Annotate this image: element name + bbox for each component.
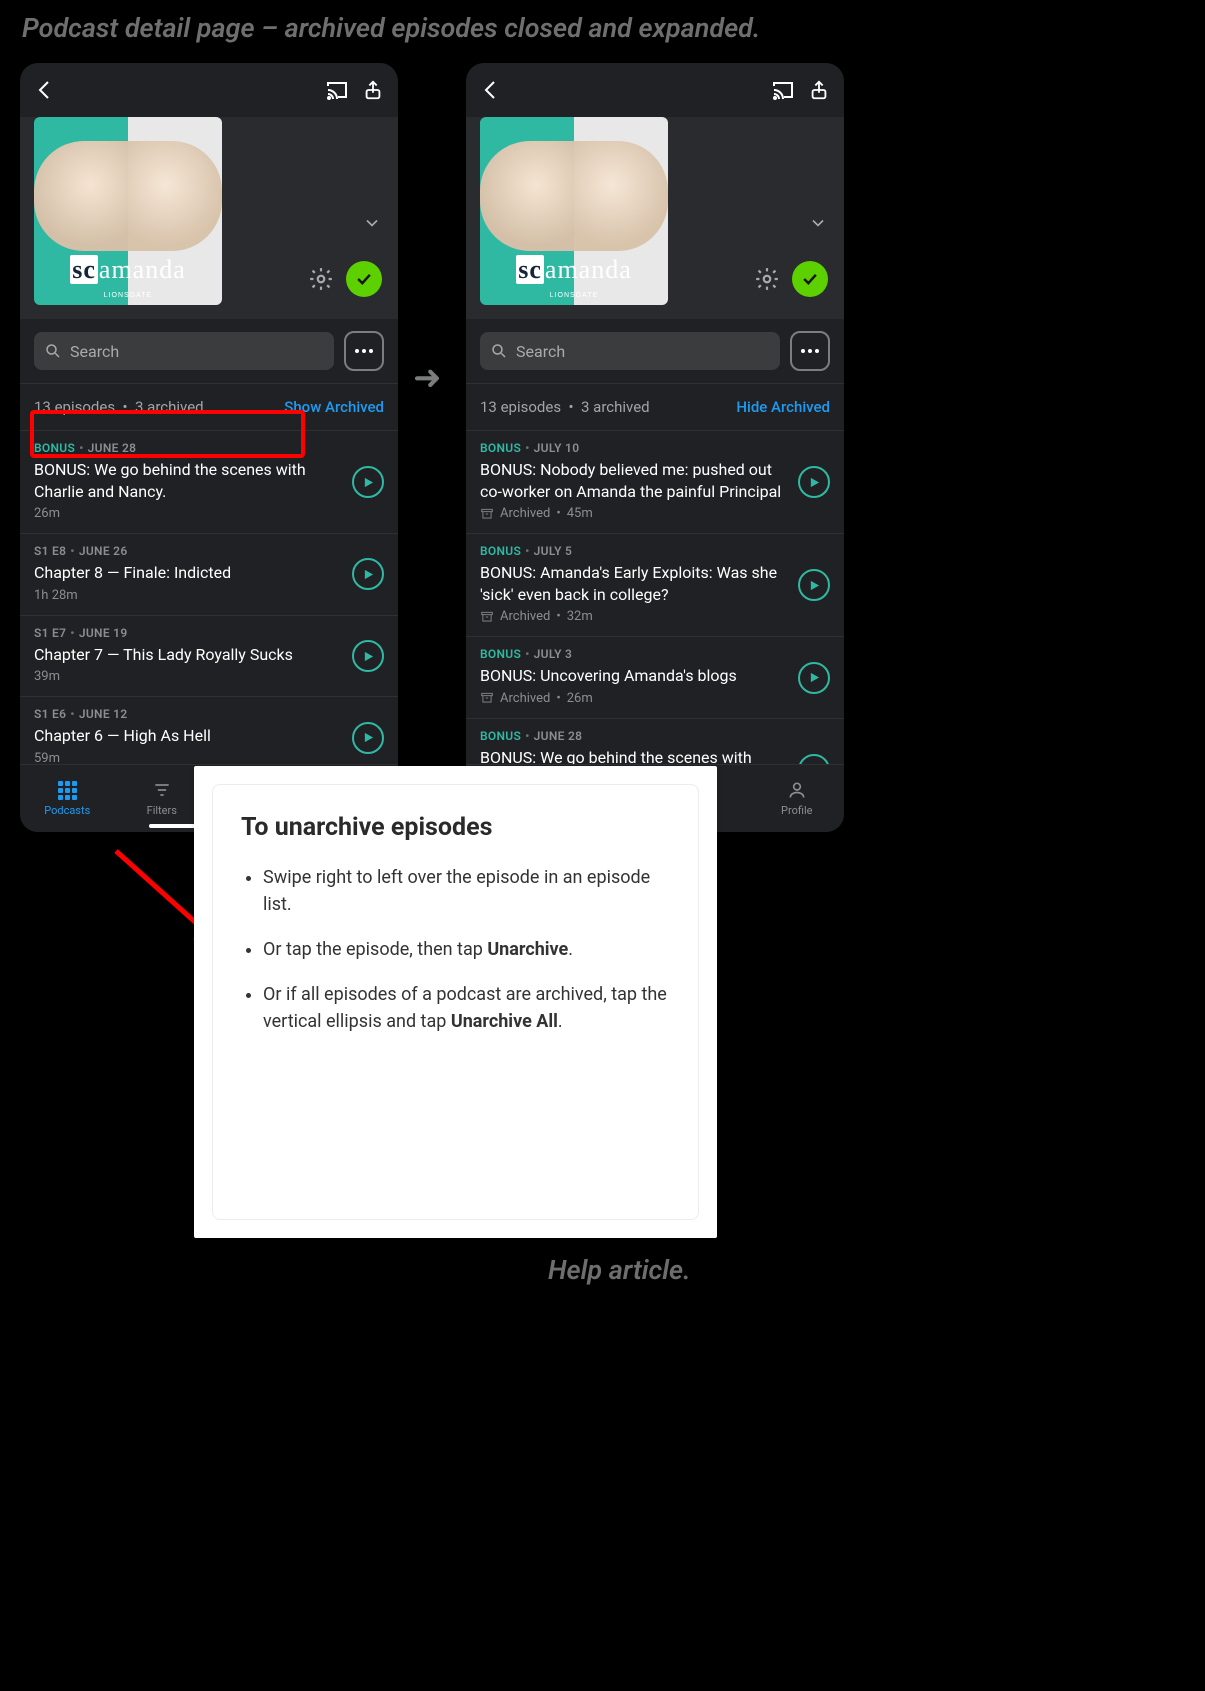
share-icon[interactable] xyxy=(806,77,832,103)
tab-podcasts[interactable]: Podcasts xyxy=(20,765,115,832)
archive-icon xyxy=(480,691,494,705)
profile-icon xyxy=(787,780,807,800)
podcast-cover[interactable]: scamanda LIONSGATE xyxy=(480,117,668,305)
episode-item[interactable]: BONUS•JULY 5 BONUS: Amanda's Early Explo… xyxy=(466,534,844,637)
help-step: Or tap the episode, then tap Unarchive. xyxy=(263,936,670,963)
episode-list[interactable]: BONUS•JUNE 28 BONUS: We go behind the sc… xyxy=(20,431,398,809)
archive-icon xyxy=(480,610,494,624)
podcast-header: scamanda LIONSGATE xyxy=(466,117,844,319)
cast-icon[interactable] xyxy=(324,77,350,103)
podcast-header: scamanda LIONSGATE xyxy=(20,117,398,319)
episode-item[interactable]: S1 E7•JUNE 19 Chapter 7 — This Lady Roya… xyxy=(20,616,398,698)
subscribed-check[interactable] xyxy=(346,261,382,297)
episodes-meta: 13 episodes • 3 archived Hide Archived xyxy=(466,383,844,431)
episode-count: 13 episodes • 3 archived xyxy=(480,398,650,416)
play-button[interactable] xyxy=(352,640,384,672)
more-button[interactable] xyxy=(344,331,384,371)
play-button[interactable] xyxy=(352,466,384,498)
phone-screenshot-collapsed: scamanda LIONSGATE Search 13 episodes • … xyxy=(20,63,398,832)
episode-item[interactable]: S1 E8•JUNE 26 Chapter 8 — Finale: Indict… xyxy=(20,534,398,616)
help-steps: Swipe right to left over the episode in … xyxy=(241,864,670,1035)
gear-icon[interactable] xyxy=(754,266,780,292)
archive-icon xyxy=(480,507,494,521)
episode-item[interactable]: BONUS•JULY 10 BONUS: Nobody believed me:… xyxy=(466,431,844,534)
show-archived-button[interactable]: Show Archived xyxy=(284,398,384,416)
play-button[interactable] xyxy=(798,569,830,601)
share-icon[interactable] xyxy=(360,77,386,103)
play-button[interactable] xyxy=(352,722,384,754)
podcast-cover[interactable]: scamanda LIONSGATE xyxy=(34,117,222,305)
play-button[interactable] xyxy=(798,662,830,694)
grid-icon xyxy=(58,781,77,800)
episode-count: 13 episodes • 3 archived xyxy=(34,398,204,416)
caption-bottom: Help article. xyxy=(548,1254,691,1286)
play-button[interactable] xyxy=(798,466,830,498)
episode-item[interactable]: BONUS•JUNE 28 BONUS: We go behind the sc… xyxy=(20,431,398,534)
hide-archived-button[interactable]: Hide Archived xyxy=(736,398,830,416)
more-button[interactable] xyxy=(790,331,830,371)
caption-top: Podcast detail page – archived episodes … xyxy=(22,12,760,44)
chevron-down-icon[interactable] xyxy=(362,213,382,237)
back-icon[interactable] xyxy=(478,77,504,103)
arrow-right-icon: ➜ xyxy=(413,358,442,398)
search-input[interactable]: Search xyxy=(480,332,780,370)
search-input[interactable]: Search xyxy=(34,332,334,370)
chevron-down-icon[interactable] xyxy=(808,213,828,237)
cast-icon[interactable] xyxy=(770,77,796,103)
episode-list[interactable]: BONUS•JULY 10 BONUS: Nobody believed me:… xyxy=(466,431,844,809)
play-button[interactable] xyxy=(352,558,384,590)
filter-icon xyxy=(152,780,172,800)
help-step: Or if all episodes of a podcast are arch… xyxy=(263,981,670,1035)
help-step: Swipe right to left over the episode in … xyxy=(263,864,670,918)
back-icon[interactable] xyxy=(32,77,58,103)
help-card: To unarchive episodes Swipe right to lef… xyxy=(194,766,717,1238)
episodes-meta: 13 episodes • 3 archived Show Archived xyxy=(20,383,398,431)
help-heading: To unarchive episodes xyxy=(241,813,670,842)
top-nav xyxy=(466,63,844,117)
phone-screenshot-expanded: scamanda LIONSGATE Search 13 episodes • … xyxy=(466,63,844,832)
top-nav xyxy=(20,63,398,117)
episode-item[interactable]: BONUS•JULY 3 BONUS: Uncovering Amanda's … xyxy=(466,637,844,719)
gear-icon[interactable] xyxy=(308,266,334,292)
tab-profile[interactable]: Profile xyxy=(750,765,845,832)
subscribed-check[interactable] xyxy=(792,261,828,297)
